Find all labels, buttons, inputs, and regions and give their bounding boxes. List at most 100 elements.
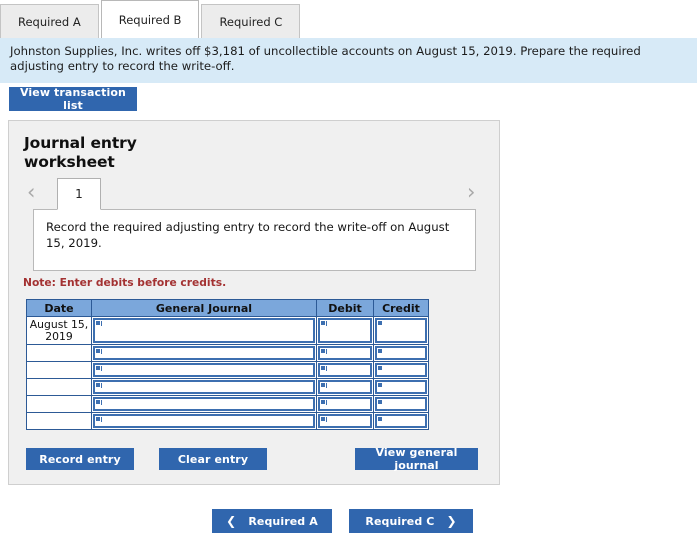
credit-input-1[interactable]: [375, 318, 427, 343]
dropdown-caret-icon: [326, 417, 327, 422]
general-journal-select-3[interactable]: [93, 363, 315, 377]
dropdown-caret-icon: [326, 366, 327, 371]
general-journal-select-5[interactable]: [93, 397, 315, 411]
debit-input-1[interactable]: [318, 318, 372, 343]
cell-general-journal[interactable]: [91, 412, 317, 430]
tab-required-b[interactable]: Required B: [100, 0, 200, 38]
button-label: View transaction list: [20, 86, 126, 112]
dropdown-marker-icon: [321, 400, 325, 404]
dropdown-marker-icon: [321, 383, 325, 387]
cell-date: [26, 395, 92, 413]
tab-label: Required C: [219, 14, 283, 29]
dropdown-caret-icon: [326, 383, 327, 388]
problem-statement-text: Johnston Supplies, Inc. writes off $3,18…: [10, 44, 641, 73]
table-header-row: Date General Journal Debit Credit: [26, 299, 429, 317]
tab-label: Required B: [118, 12, 182, 27]
chevron-right-icon[interactable]: ›: [467, 180, 475, 204]
requirement-tabs: Required A Required B Required C: [0, 0, 697, 38]
dropdown-caret-icon: [326, 321, 327, 326]
worksheet-title: Journal entry worksheet: [24, 134, 137, 171]
view-transaction-list-button[interactable]: View transaction list: [9, 86, 137, 112]
dropdown-caret-icon: [326, 349, 327, 354]
general-journal-select-2[interactable]: [93, 346, 315, 360]
worksheet-page-number: 1: [75, 187, 83, 201]
dropdown-marker-icon: [378, 321, 382, 325]
debit-input-3[interactable]: [318, 363, 372, 377]
dropdown-caret-icon: [326, 400, 327, 405]
debit-input-5[interactable]: [318, 397, 372, 411]
tab-required-c[interactable]: Required C: [201, 4, 301, 38]
journal-entry-worksheet-panel: Journal entry worksheet ‹ 1 › Record the…: [8, 120, 500, 485]
dropdown-caret-icon: [101, 321, 102, 326]
worksheet-instruction-text: Record the required adjusting entry to r…: [46, 220, 450, 250]
dropdown-caret-icon: [101, 383, 102, 388]
worksheet-page-tab-1[interactable]: 1: [57, 178, 101, 210]
worksheet-instruction-box: Record the required adjusting entry to r…: [33, 209, 476, 271]
general-journal-select-1[interactable]: [93, 318, 315, 343]
cell-credit[interactable]: [373, 378, 429, 396]
cell-credit[interactable]: [373, 361, 429, 379]
view-general-journal-button[interactable]: View general journal: [355, 446, 478, 472]
dropdown-marker-icon: [378, 349, 382, 353]
cell-general-journal[interactable]: [91, 344, 317, 362]
cell-general-journal[interactable]: [91, 361, 317, 379]
dropdown-caret-icon: [101, 366, 102, 371]
cell-debit[interactable]: [316, 361, 374, 379]
dropdown-caret-icon: [101, 349, 102, 354]
cell-date: [26, 378, 92, 396]
next-requirement-button[interactable]: Required C ❯: [349, 509, 473, 533]
credit-input-4[interactable]: [375, 380, 427, 394]
problem-statement-banner: Johnston Supplies, Inc. writes off $3,18…: [0, 38, 697, 83]
dropdown-marker-icon: [378, 366, 382, 370]
cell-credit[interactable]: [373, 412, 429, 430]
prev-requirement-button[interactable]: ❮ Required A: [212, 509, 332, 533]
debit-input-2[interactable]: [318, 346, 372, 360]
button-label: Required A: [248, 514, 318, 528]
cell-general-journal[interactable]: [91, 316, 317, 345]
dropdown-marker-icon: [378, 383, 382, 387]
dropdown-marker-icon: [96, 400, 100, 404]
column-header-date: Date: [26, 299, 92, 317]
general-journal-select-4[interactable]: [93, 380, 315, 394]
cell-date: August 15, 2019: [26, 316, 92, 345]
debit-input-4[interactable]: [318, 380, 372, 394]
dropdown-marker-icon: [378, 400, 382, 404]
cell-debit[interactable]: [316, 344, 374, 362]
chevron-left-icon: ❮: [226, 514, 237, 528]
record-entry-button[interactable]: Record entry: [26, 448, 134, 470]
cell-debit[interactable]: [316, 395, 374, 413]
cell-general-journal[interactable]: [91, 395, 317, 413]
cell-credit[interactable]: [373, 316, 429, 345]
table-row: [26, 344, 429, 362]
dropdown-marker-icon: [96, 349, 100, 353]
credit-input-5[interactable]: [375, 397, 427, 411]
cell-credit[interactable]: [373, 395, 429, 413]
cell-debit[interactable]: [316, 378, 374, 396]
dropdown-marker-icon: [96, 383, 100, 387]
chevron-left-icon[interactable]: ‹: [27, 180, 35, 204]
table-row: [26, 378, 429, 396]
column-header-general-journal: General Journal: [91, 299, 317, 317]
cell-general-journal[interactable]: [91, 378, 317, 396]
tab-required-a[interactable]: Required A: [0, 4, 99, 38]
button-label: Clear entry: [177, 452, 249, 466]
worksheet-pager: ‹ 1 ›: [9, 178, 501, 210]
cell-debit[interactable]: [316, 316, 374, 345]
cell-debit[interactable]: [316, 412, 374, 430]
credit-input-3[interactable]: [375, 363, 427, 377]
dropdown-marker-icon: [96, 366, 100, 370]
debits-before-credits-note: Note: Enter debits before credits.: [23, 276, 227, 289]
credit-input-6[interactable]: [375, 414, 427, 428]
cell-credit[interactable]: [373, 344, 429, 362]
general-journal-select-6[interactable]: [93, 414, 315, 428]
dropdown-marker-icon: [321, 349, 325, 353]
table-row: [26, 361, 429, 379]
button-label: View general journal: [375, 446, 458, 472]
chevron-right-icon: ❯: [446, 514, 457, 528]
dropdown-marker-icon: [96, 321, 100, 325]
credit-input-2[interactable]: [375, 346, 427, 360]
debit-input-6[interactable]: [318, 414, 372, 428]
dropdown-marker-icon: [378, 417, 382, 421]
clear-entry-button[interactable]: Clear entry: [159, 448, 267, 470]
column-header-credit: Credit: [373, 299, 429, 317]
